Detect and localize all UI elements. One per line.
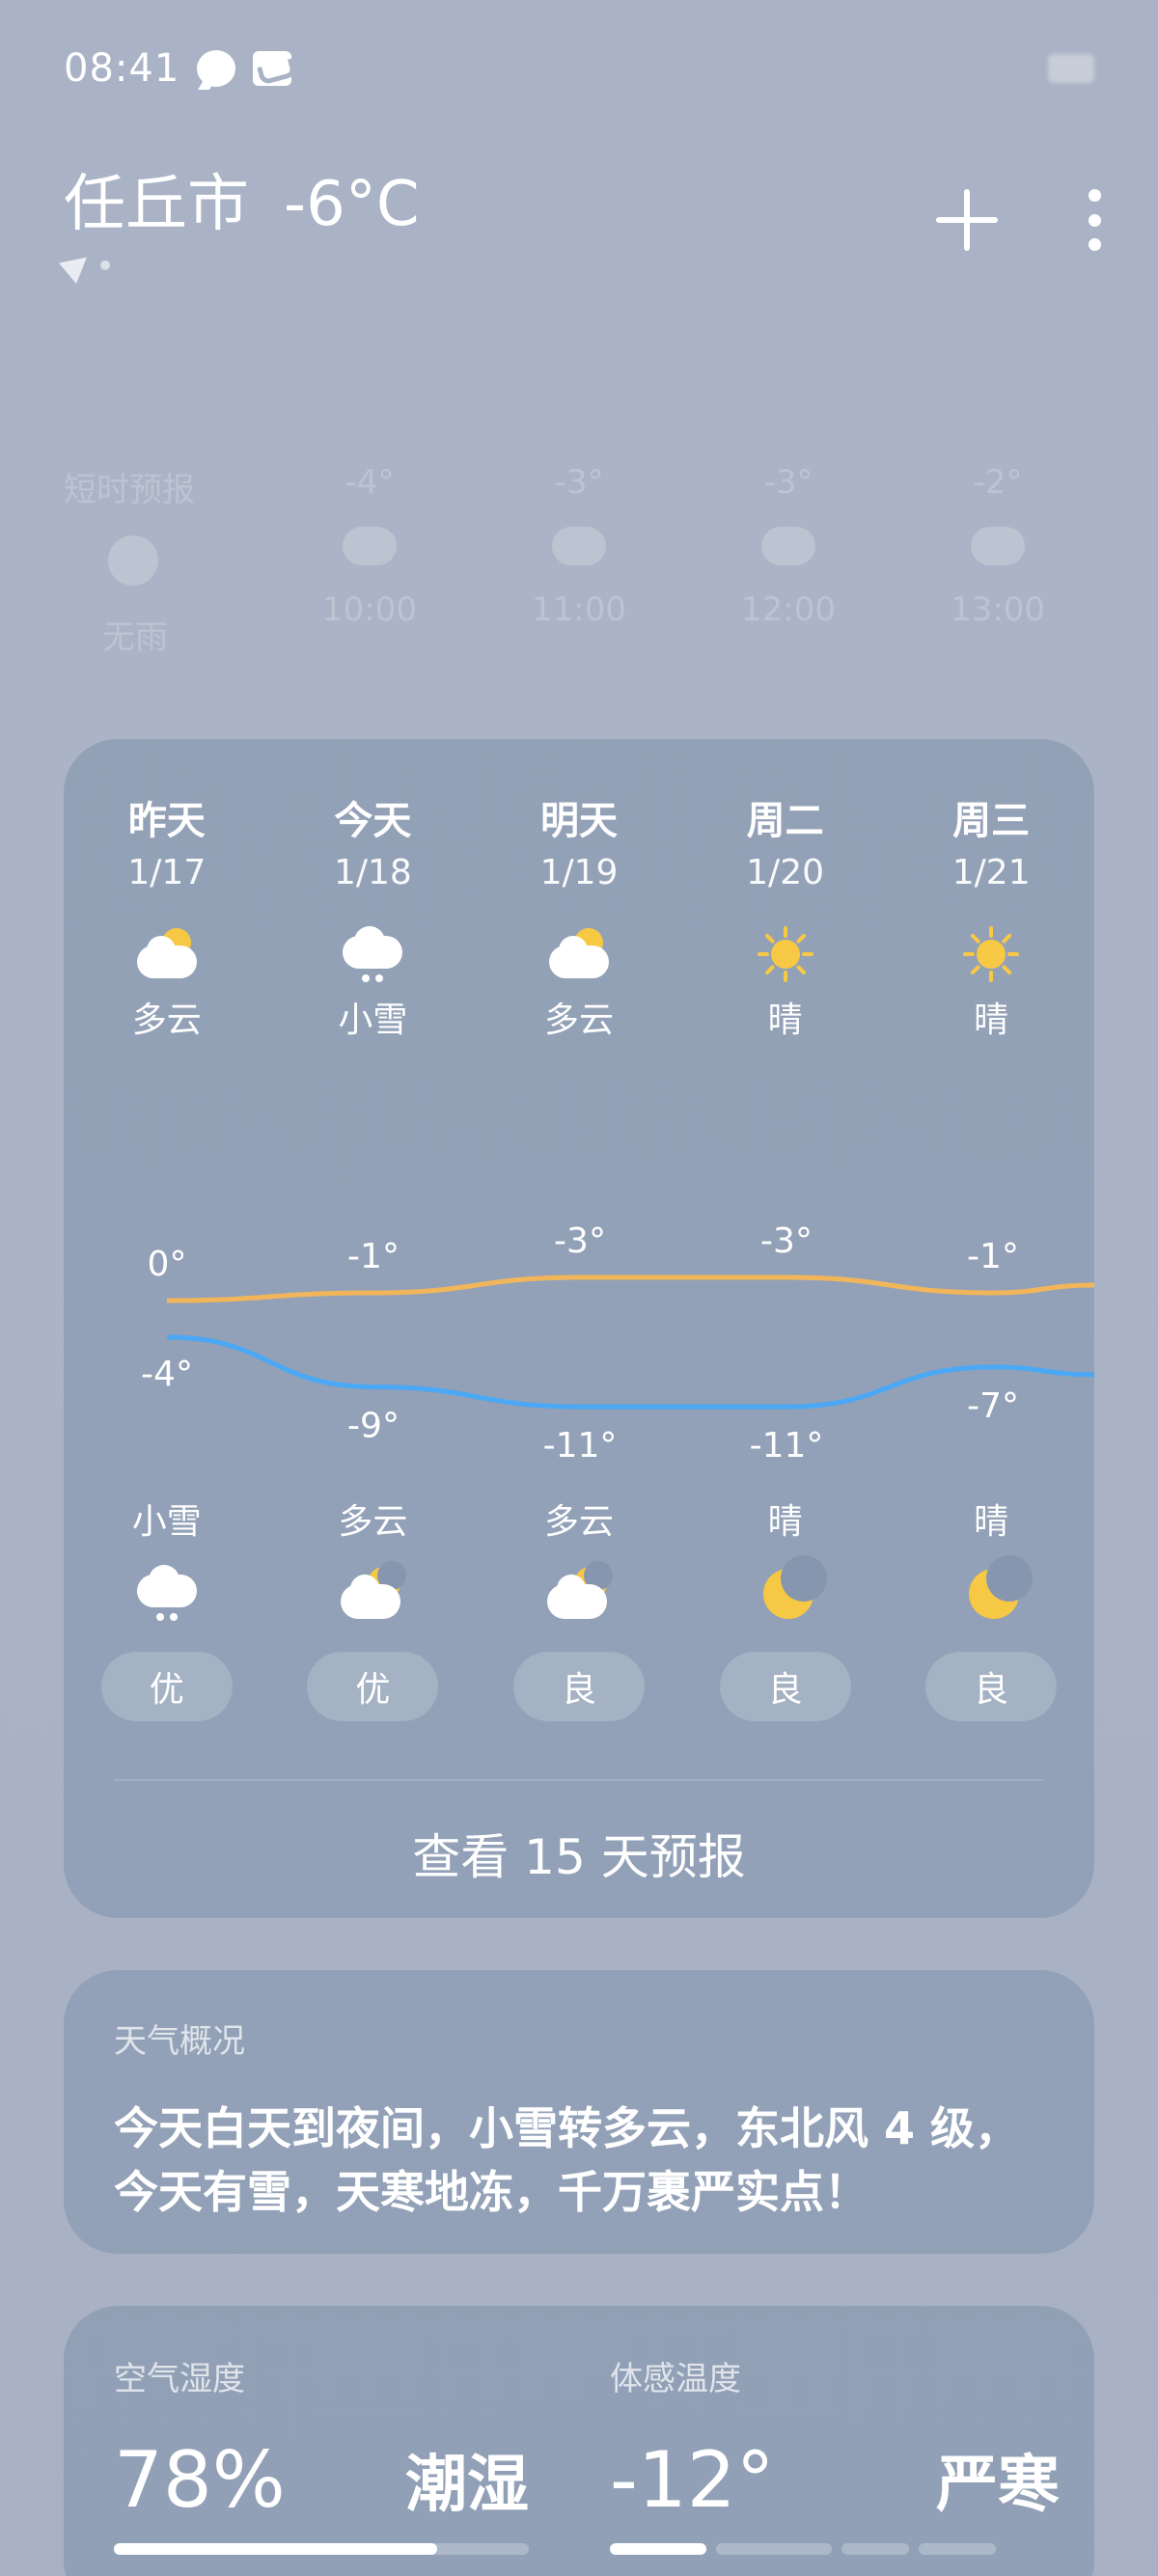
feels-like-segment — [610, 2543, 706, 2555]
high-temperature-label: -3° — [554, 1221, 606, 1261]
high-temperature-label: -1° — [347, 1237, 400, 1276]
night-column[interactable]: 多云 良 — [476, 1494, 682, 1721]
hourly-label: -4° — [345, 463, 395, 502]
air-quality-badge: 良 — [512, 1652, 645, 1721]
add-city-button[interactable] — [936, 189, 998, 251]
battery-icon — [1048, 54, 1094, 83]
city-name[interactable]: 任丘市 — [64, 154, 249, 243]
clock-icon — [108, 535, 158, 586]
cloudy-night-icon — [339, 1561, 407, 1625]
air-quality-badge: 优 — [100, 1652, 233, 1721]
night-condition: 多云 — [338, 1502, 408, 1542]
hourly-label: -3° — [763, 463, 813, 502]
night-condition: 晴 — [974, 1502, 1009, 1542]
air-quality-badge: 良 — [719, 1652, 851, 1721]
hourly-item: -3° 12:00 — [692, 463, 885, 658]
night-condition: 小雪 — [131, 1502, 202, 1542]
humidity-desc: 潮湿 — [405, 2450, 529, 2521]
cloud-icon — [761, 527, 815, 565]
weather-summary-card: 天气概况 今天白天到夜间，小雪转多云，东北风 4 级，今天有雪，天寒地冻，千万裹… — [64, 1970, 1094, 2254]
feels-like-desc: 严寒 — [936, 2450, 1060, 2521]
feels-like-panel[interactable]: 体感温度 -12° 严寒 — [579, 2306, 1094, 2576]
hourly-item: -2° 13:00 — [901, 463, 1094, 658]
feels-like-label: 体感温度 — [610, 2360, 741, 2398]
page-dot — [100, 260, 110, 270]
air-quality-badge: 优 — [307, 1652, 439, 1721]
low-temperature-label: -11° — [750, 1426, 824, 1466]
view-15-day-forecast-button[interactable]: 查看 15 天预报 — [64, 1800, 1094, 1906]
hourly-label: -2° — [973, 463, 1023, 502]
hourly-value: 10:00 — [322, 590, 417, 629]
weather-details-card: 空气湿度 78% 潮湿 体感温度 -12° 严寒 — [64, 2306, 1094, 2576]
cloudy-night-icon — [545, 1561, 613, 1625]
feels-like-segment — [841, 2543, 909, 2555]
hourly-label: -3° — [554, 463, 604, 502]
night-column[interactable]: 小雪 优 — [64, 1494, 270, 1721]
temperature-chart: 0° -4° -1° -9° -3° -11° -3° -11° -1° -7° — [141, 1221, 1094, 1466]
summary-text: 今天白天到夜间，小雪转多云，东北风 4 级，今天有雪，天寒地冻，千万裹严实点！ — [114, 2102, 1020, 2218]
snow-icon — [552, 527, 606, 565]
cloud-icon — [971, 527, 1025, 565]
moon-icon — [752, 1555, 827, 1625]
humidity-value: 78% — [114, 2435, 286, 2525]
hourly-label: 短时预报 — [64, 471, 195, 509]
snow-icon — [133, 1561, 201, 1625]
hourly-item: -4° 10:00 — [273, 463, 466, 658]
daily-forecast-card[interactable]: 昨天 1/17 多云 今天 1/18 小雪 明天 1/19 多云 周二 1/20… — [64, 739, 1094, 1918]
hourly-value: 12:00 — [741, 590, 836, 629]
high-temperature-label: -1° — [967, 1237, 1019, 1276]
current-temperature: -6°C — [284, 169, 420, 240]
feels-like-segment — [919, 2543, 996, 2555]
low-temperature-label: -7° — [967, 1386, 1019, 1426]
high-temperature-line — [164, 1274, 1094, 1303]
summary-title: 天气概况 — [114, 2022, 245, 2061]
humidity-bar-fill — [114, 2543, 438, 2555]
status-bar: 08:41 — [64, 46, 292, 91]
night-condition: 多云 — [543, 1502, 614, 1542]
status-time: 08:41 — [64, 46, 180, 91]
hourly-value: 11:00 — [532, 590, 626, 629]
night-column[interactable]: 晴 良 — [682, 1494, 889, 1721]
hourly-value: 无雨 — [102, 618, 168, 657]
high-temperature-label: 0° — [148, 1245, 187, 1284]
message-icon — [197, 50, 236, 87]
low-temperature-label: -4° — [141, 1355, 193, 1394]
divider — [114, 1779, 1044, 1781]
hourly-value: 13:00 — [951, 590, 1045, 629]
humidity-bar — [114, 2543, 529, 2555]
moon-icon — [957, 1555, 1034, 1625]
humidity-panel[interactable]: 空气湿度 78% 潮湿 — [64, 2306, 579, 2576]
more-options-button[interactable] — [1087, 189, 1102, 251]
night-condition: 晴 — [767, 1502, 803, 1542]
feels-like-segment — [716, 2543, 832, 2555]
cloud-icon — [343, 527, 397, 565]
location-arrow-icon — [59, 246, 96, 285]
low-temperature-label: -11° — [543, 1426, 618, 1466]
location-indicator — [59, 246, 110, 285]
feels-like-value: -12° — [610, 2435, 775, 2525]
night-columns: 小雪 优 多云 优 多云 良 晴 良 晴 良 — [64, 1494, 1094, 1721]
high-temperature-label: -3° — [760, 1221, 813, 1261]
night-column[interactable]: 多云 优 — [270, 1494, 477, 1721]
hourly-forecast: 短时预报 无雨 -4° 10:00 -3° 11:00 -3° 12:00 -2… — [64, 463, 1094, 658]
hourly-item: -3° 11:00 — [482, 463, 676, 658]
air-quality-badge: 良 — [925, 1652, 1058, 1721]
low-temperature-line — [166, 1334, 1094, 1410]
humidity-label: 空气湿度 — [114, 2360, 245, 2398]
night-column[interactable]: 晴 良 — [888, 1494, 1094, 1721]
feels-like-bar — [610, 2543, 1060, 2555]
hourly-item: 短时预报 无雨 — [64, 463, 257, 658]
gallery-icon — [253, 51, 292, 86]
location-header: 任丘市 -6°C — [64, 154, 420, 243]
low-temperature-label: -9° — [347, 1407, 400, 1446]
